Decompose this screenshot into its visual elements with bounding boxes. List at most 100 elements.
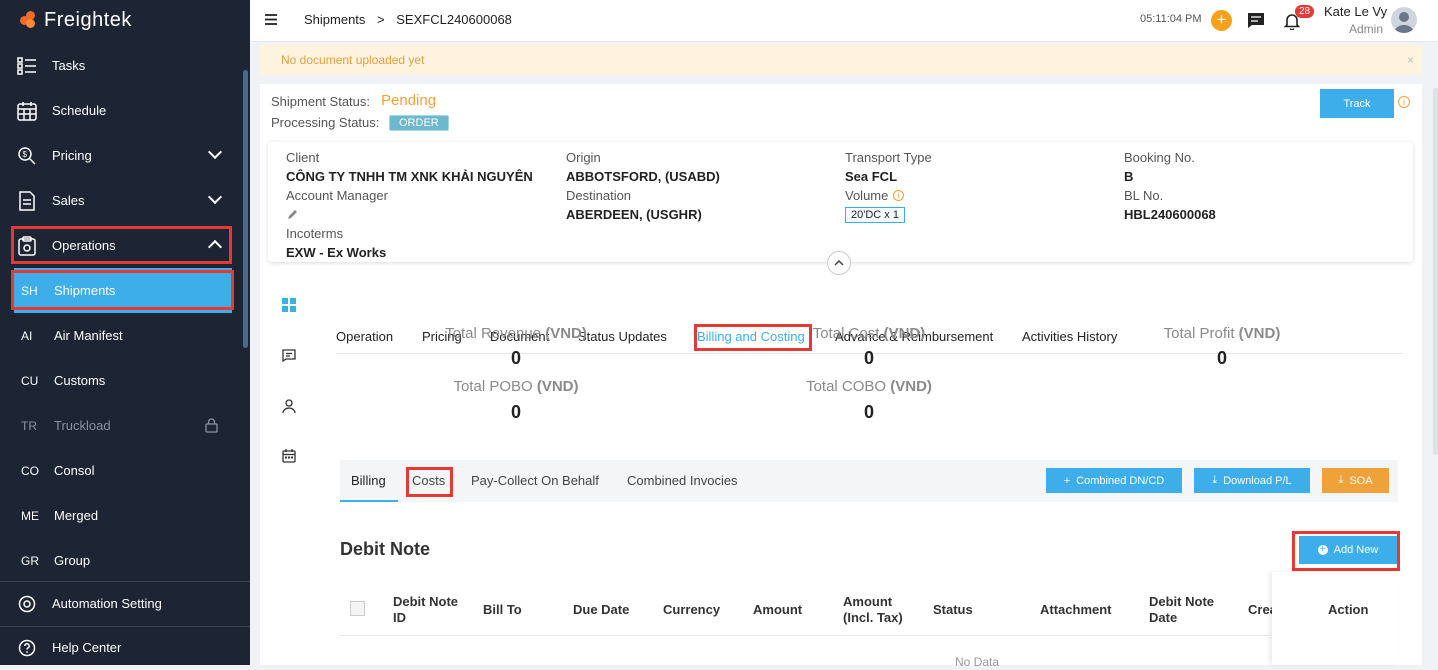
- total-cobo-value: 0: [863, 402, 874, 422]
- total-profit-unit: (VND): [1238, 325, 1281, 342]
- col-amount-incl-tax[interactable]: Amount (Incl. Tax): [843, 594, 918, 626]
- person-icon[interactable]: [282, 399, 296, 416]
- calendar-icon: [16, 100, 38, 122]
- edit-pencil-icon[interactable]: [287, 208, 298, 223]
- sidebar-subitem-consol[interactable]: CO Consol: [0, 448, 250, 493]
- billing-subtabs-bar: Billing Costs Pay-Collect On Behalf Comb…: [340, 460, 1398, 502]
- sidebar-subitem-merged[interactable]: ME Merged: [0, 493, 250, 538]
- shipment-info-panel: Client CÔNG TY TNHH TM XNK KHẢI NGUYÊN A…: [268, 142, 1413, 275]
- download-icon: ⤓: [1338, 474, 1344, 486]
- menu-icon[interactable]: [265, 13, 277, 28]
- volume-info-icon[interactable]: i: [893, 190, 904, 201]
- notification-badge: 28: [1295, 5, 1315, 18]
- incoterms-value: EXW - Ex Works: [286, 245, 387, 260]
- sidebar-item-schedule[interactable]: Schedule: [0, 88, 250, 133]
- col-debit-note-date[interactable]: Debit Note Date: [1149, 594, 1229, 626]
- breadcrumb-shipments[interactable]: Shipments: [304, 12, 365, 27]
- sidebar-item-sales[interactable]: Sales: [0, 178, 250, 223]
- total-cobo-unit: (VND): [890, 378, 932, 395]
- sidebar-item-label: Tasks: [52, 58, 86, 73]
- app-logo[interactable]: Freightek: [0, 0, 250, 40]
- chat-icon[interactable]: [1247, 12, 1265, 32]
- sidebar-item-tasks[interactable]: Tasks: [0, 43, 250, 88]
- close-icon[interactable]: ×: [1407, 45, 1414, 75]
- quick-add-icon[interactable]: +: [1211, 10, 1232, 31]
- col-debit-note-id[interactable]: Debit Note ID: [393, 594, 473, 626]
- total-pobo-value: 0: [510, 402, 521, 422]
- total-revenue-label: Total Revenue (VND): [416, 325, 616, 342]
- processing-status-badge: ORDER: [389, 115, 449, 131]
- sidebar-item-automation-setting[interactable]: Automation Setting: [0, 581, 250, 626]
- total-revenue-unit: (VND): [545, 325, 587, 342]
- subtab-active-indicator: [340, 500, 398, 502]
- subitem-label: Air Manifest: [54, 328, 123, 343]
- volume-tag: 20'DC x 1: [845, 207, 905, 223]
- user-role: Admin: [1349, 22, 1384, 36]
- booking-no-value: B: [1124, 169, 1134, 184]
- total-profit-label: Total Profit (VND): [1122, 325, 1322, 342]
- total-pobo-unit: (VND): [536, 378, 579, 395]
- col-status[interactable]: Status: [933, 602, 973, 618]
- main-scrollbar[interactable]: [1433, 88, 1438, 455]
- freightek-logo-icon: [20, 11, 38, 29]
- sidebar-item-label: Schedule: [52, 103, 107, 118]
- chevron-down-icon: [207, 144, 223, 160]
- dashboard-grid-icon[interactable]: [282, 298, 296, 315]
- sidebar-subitem-customs[interactable]: CU Customs: [0, 358, 250, 403]
- bl-no-value: HBL240600068: [1124, 207, 1216, 222]
- col-due-date[interactable]: Due Date: [573, 602, 629, 618]
- plus-icon: +: [1063, 474, 1071, 487]
- total-pobo-label: Total POBO (VND): [416, 378, 616, 395]
- settings-icon: [16, 593, 38, 615]
- lock-icon: [205, 418, 218, 436]
- track-button[interactable]: Track: [1320, 89, 1394, 118]
- subtab-combined-invoices[interactable]: Combined Invocies: [627, 473, 738, 488]
- sidebar-item-help-center[interactable]: Help Center: [0, 625, 250, 670]
- processing-status-label: Processing Status:: [271, 115, 380, 130]
- total-profit-value: 0: [1216, 348, 1227, 368]
- sidebar-subitem-group[interactable]: GR Group: [0, 538, 250, 583]
- sidebar-scrollbar[interactable]: [243, 70, 248, 348]
- subitem-abbr: CU: [21, 373, 39, 388]
- total-cobo-label: Total COBO (VND): [769, 378, 969, 395]
- collapse-chevron-up-icon[interactable]: [827, 251, 851, 275]
- combined-label: Combined DN/CD: [1076, 474, 1165, 487]
- col-bill-to[interactable]: Bill To: [483, 602, 522, 618]
- user-name[interactable]: Kate Le Vy: [1324, 4, 1387, 19]
- combined-dn-cd-button[interactable]: + Combined DN/CD: [1046, 468, 1182, 493]
- sidebar-subitem-air-manifest[interactable]: AI Air Manifest: [0, 313, 250, 358]
- comment-icon[interactable]: [282, 349, 296, 365]
- subtab-billing[interactable]: Billing: [351, 473, 386, 488]
- tab-activities-history[interactable]: Activities History: [1022, 329, 1117, 344]
- total-revenue-value: 0: [510, 348, 521, 368]
- top-bar: Shipments > SEXFCL240600068 05:11:04 PM …: [250, 0, 1438, 42]
- sidebar-subitem-truckload[interactable]: TR Truckload: [0, 403, 250, 448]
- tasks-icon: [16, 55, 38, 77]
- origin-label: Origin: [566, 150, 601, 165]
- track-info-icon[interactable]: i: [1398, 96, 1410, 108]
- sidebar-item-pricing[interactable]: $ Pricing: [0, 133, 250, 178]
- client-value: CÔNG TY TNHH TM XNK KHẢI NGUYÊN: [286, 169, 533, 184]
- transport-type-value: Sea FCL: [845, 169, 898, 184]
- breadcrumb-separator: >: [377, 12, 385, 27]
- no-document-alert: No document uploaded yet ×: [260, 45, 1422, 75]
- soa-button[interactable]: ⤓ SOA: [1322, 468, 1389, 493]
- col-currency[interactable]: Currency: [663, 602, 720, 618]
- col-amount[interactable]: Amount: [753, 602, 802, 618]
- booking-no-label: Booking No.: [1124, 150, 1195, 165]
- client-label: Client: [286, 150, 320, 165]
- destination-value: ABERDEEN, (USGHR): [566, 207, 702, 222]
- shipment-status-value: Pending: [381, 92, 437, 109]
- subitem-label: Group: [54, 553, 91, 568]
- download-pl-button[interactable]: ⤓ Download P/L: [1194, 468, 1310, 493]
- breadcrumb-current: SEXFCL240600068: [396, 12, 512, 27]
- col-attachment[interactable]: Attachment: [1040, 602, 1112, 618]
- avatar[interactable]: [1391, 7, 1417, 33]
- calendar-small-icon[interactable]: [282, 449, 296, 466]
- empty-table-text: No Data: [955, 655, 1000, 669]
- soa-label: SOA: [1349, 474, 1373, 487]
- subtab-pay-collect-on-behalf[interactable]: Pay-Collect On Behalf: [471, 473, 599, 488]
- total-pobo-text: Total POBO: [453, 378, 537, 395]
- select-all-checkbox[interactable]: [350, 601, 365, 616]
- tab-operation[interactable]: Operation: [336, 329, 393, 344]
